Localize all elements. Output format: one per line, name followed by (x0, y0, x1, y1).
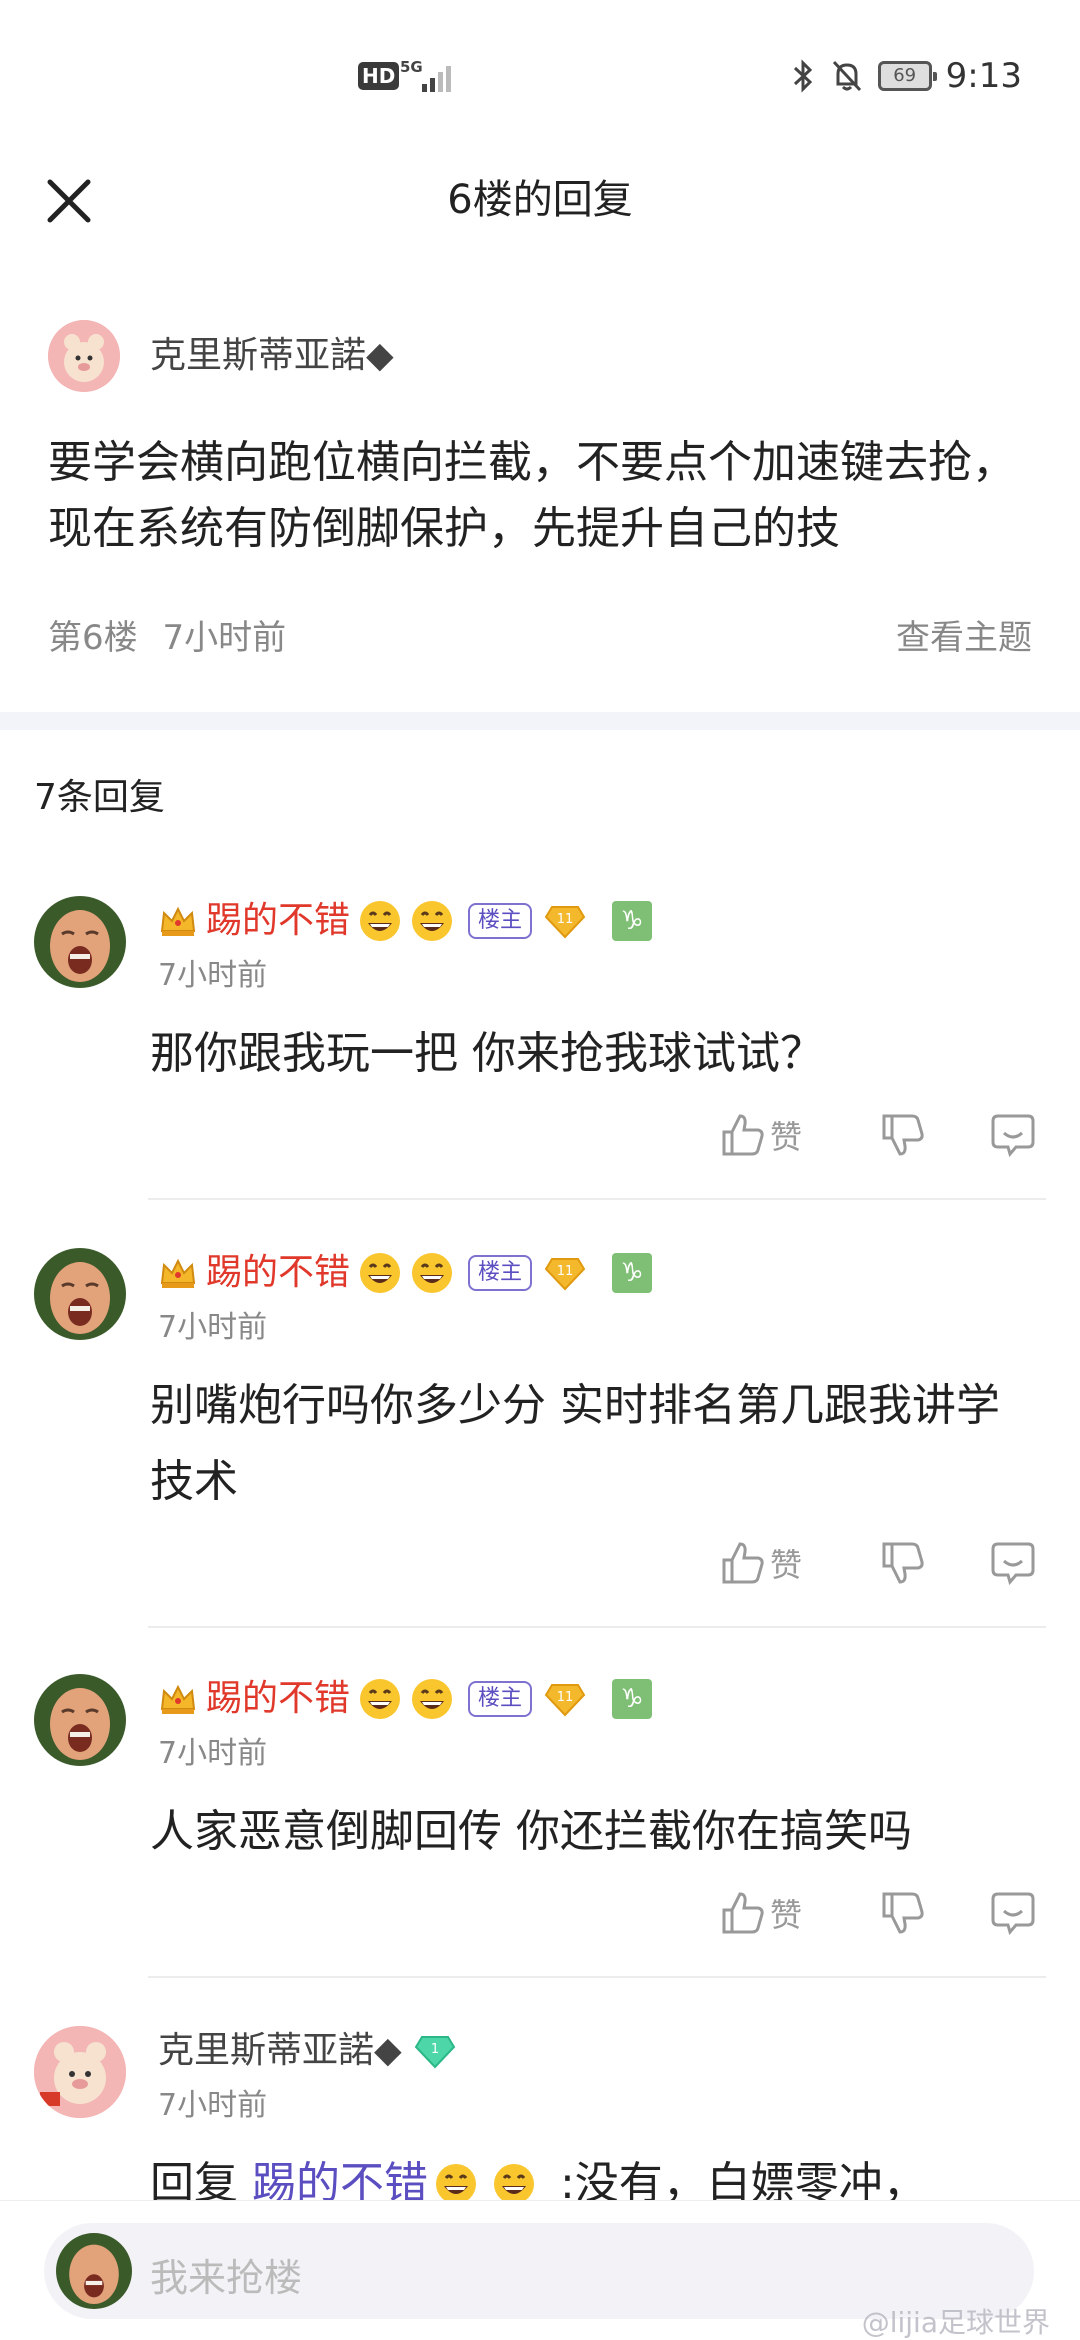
level-number: 11 (557, 1690, 574, 1705)
crown-icon (160, 1684, 196, 1714)
reply-author[interactable]: 踢的不错 (206, 1249, 350, 1297)
level-badge-icon: 11 (544, 1684, 586, 1717)
reply-author[interactable]: 踢的不错 (206, 1675, 350, 1723)
like-label: 赞 (770, 1896, 803, 1934)
comment-button[interactable] (990, 1890, 1050, 1936)
thumbs-down-icon (882, 1892, 924, 1934)
capricorn-icon: ♑ (612, 1679, 653, 1719)
like-button[interactable]: 赞 (720, 1540, 840, 1586)
like-label: 赞 (770, 1118, 803, 1156)
mute-bell-icon (832, 60, 861, 92)
bottom-bar: 我来抢楼 @lijia足球世界 (0, 2200, 1080, 2340)
status-bar: HD 5G 69 9:13 (0, 0, 1080, 150)
level-number: 11 (557, 1264, 574, 1279)
grinning-emoji-icon (412, 1679, 453, 1719)
avatar[interactable] (34, 1674, 126, 1766)
owner-tag: 楼主 (468, 1255, 533, 1291)
comment-icon (991, 1542, 1035, 1586)
comment-icon (991, 1114, 1035, 1158)
avatar[interactable] (34, 1248, 126, 1340)
watermark: @lijia足球世界 (861, 2306, 1050, 2339)
reply-content: 人家恶意倒脚回传 你还拦截你在搞笑吗 (150, 1806, 912, 1857)
avatar[interactable] (34, 2026, 126, 2118)
hd-badge: HD (358, 62, 400, 90)
divider (148, 1976, 1046, 1978)
level-badge-icon: 1 (414, 2036, 455, 2069)
signal-icon (422, 66, 451, 92)
floor-number: 第6楼 (48, 618, 138, 658)
reply-author[interactable]: 克里斯蒂亚諾◆ (158, 2027, 402, 2075)
divider (148, 1626, 1046, 1628)
reply-page: HD 5G 69 9:13 6楼的回复 克里斯蒂亚諾◆ 要学会横向跑位横向拦截，… (0, 0, 1080, 2340)
reply-count: 7条回复 (34, 777, 165, 818)
capricorn-icon: ♑ (612, 901, 653, 941)
view-topic-link[interactable]: 查看主题 (896, 610, 1032, 659)
owner-tag: 楼主 (468, 903, 533, 939)
thumbs-up-icon (722, 1114, 764, 1156)
level-number: 11 (557, 912, 574, 927)
level-badge-icon: 11 (544, 906, 586, 939)
reply-time: 7小时前 (158, 1736, 268, 1771)
author-name[interactable]: 克里斯蒂亚諾◆ (150, 332, 394, 380)
level-badge-icon: 11 (544, 1258, 586, 1291)
original-post[interactable]: 克里斯蒂亚諾◆ 要学会横向跑位横向拦截，不要点个加速键去抢，现在系统有防倒脚保护… (0, 290, 1080, 710)
post-content: 要学会横向跑位横向拦截，不要点个加速键去抢，现在系统有防倒脚保护，先提升自己的技 (48, 437, 1016, 554)
thumbs-down-icon (882, 1114, 924, 1156)
post-time: 7小时前 (162, 618, 287, 658)
reply-item: 踢的不错 楼主 11 ♑ 7小时前 人家恶意倒脚回传 你还拦截你在搞笑吗 赞 (0, 1674, 1080, 1978)
reply-item: 踢的不错 楼主 11 ♑ 7小时前 别嘴炮行吗你多少分 实时排名第几跟我讲学技术… (0, 1248, 1080, 1628)
avatar (56, 2233, 132, 2309)
avatar[interactable] (48, 320, 120, 392)
comment-button[interactable] (990, 1112, 1050, 1158)
thumbs-down-icon (882, 1542, 924, 1584)
bluetooth-icon (793, 59, 812, 93)
reply-time: 7小时前 (158, 1310, 268, 1345)
grinning-emoji-icon (360, 1253, 401, 1293)
crown-icon (160, 1258, 196, 1288)
dislike-button[interactable] (880, 1112, 940, 1158)
reply-author[interactable]: 踢的不错 (206, 897, 350, 945)
comment-icon (991, 1892, 1035, 1936)
reply-item: 踢的不错 楼主 11 ♑ 7小时前 那你跟我玩一把 你来抢我球试试？ 赞 (0, 896, 1080, 1200)
reply-content: 别嘴炮行吗你多少分 实时排名第几跟我讲学技术 (150, 1380, 1000, 1507)
grinning-emoji-icon (360, 901, 401, 941)
dislike-button[interactable] (880, 1540, 940, 1586)
crown-icon (160, 906, 196, 936)
divider (148, 1198, 1046, 1200)
grinning-emoji-icon (412, 901, 453, 941)
reply-time: 7小时前 (158, 958, 268, 993)
like-label: 赞 (770, 1546, 803, 1584)
grinning-emoji-icon (360, 1679, 401, 1719)
battery-icon: 69 (877, 61, 937, 91)
reply-content: 那你跟我玩一把 你来抢我球试试？ (150, 1028, 824, 1079)
dislike-button[interactable] (880, 1890, 940, 1936)
avatar[interactable] (34, 896, 126, 988)
owner-tag: 楼主 (468, 1681, 533, 1717)
top-bar: 6楼的回复 (0, 150, 1080, 280)
like-button[interactable]: 赞 (720, 1890, 840, 1936)
page-title: 6楼的回复 (447, 177, 633, 223)
thumbs-up-icon (722, 1892, 764, 1934)
reply-item: 克里斯蒂亚諾◆ 1 7小时前 回复 踢的不错:没有，白嫖零冲， (0, 2026, 1080, 2209)
comment-button[interactable] (990, 1540, 1050, 1586)
thumbs-up-icon (722, 1542, 764, 1584)
clock: 9:13 (945, 56, 1022, 96)
input-placeholder: 我来抢楼 (150, 2256, 303, 2300)
capricorn-icon: ♑ (612, 1253, 653, 1293)
section-separator (0, 712, 1080, 730)
reply-time: 7小时前 (158, 2088, 268, 2123)
level-number: 1 (431, 2042, 439, 2057)
grinning-emoji-icon (412, 1253, 453, 1293)
post-meta: 第6楼 7小时前 (48, 610, 286, 659)
like-button[interactable]: 赞 (720, 1112, 840, 1158)
